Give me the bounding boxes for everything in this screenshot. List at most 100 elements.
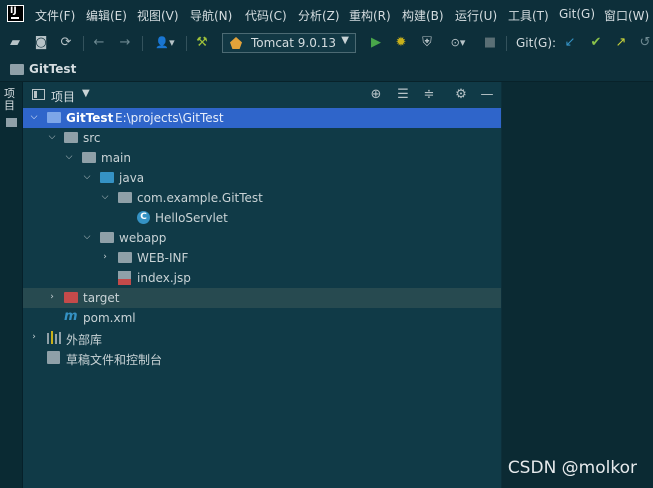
source-folder-icon [100, 172, 114, 183]
git-history-icon[interactable]: ↺ [637, 35, 653, 51]
menu-navigate[interactable]: 导航(N) [190, 7, 232, 24]
main-toolbar: ▰ ◙ ⟳ ← → 👤▾ ⚒ Tomcat 9.0.13 ▼ ▶ ✹ ⛨ ⊙▾ … [0, 30, 653, 57]
tree-row-scratches[interactable]: 草稿文件和控制台 [23, 348, 501, 368]
build-hammer-icon[interactable]: ⚒ [194, 35, 210, 51]
tree-row-main[interactable]: ⌵ main [23, 148, 501, 168]
left-tool-strip: 项目 [0, 82, 23, 488]
menu-view[interactable]: 视图(V) [137, 7, 179, 24]
profile-dropdown-icon[interactable]: ⊙▾ [444, 35, 472, 51]
tree-row-root[interactable]: ⌵ GitTest E:\projects\GitTest [23, 108, 501, 128]
tree-row-target[interactable]: › target [23, 288, 501, 308]
toolbar-separator [83, 36, 84, 51]
tree-label: 草稿文件和控制台 [66, 353, 163, 367]
java-class-icon: C [137, 211, 150, 224]
tree-row-java[interactable]: ⌵ java [23, 168, 501, 188]
run-configuration-label: Tomcat 9.0.13 [251, 36, 336, 50]
root-name: GitTest [66, 111, 114, 125]
jsp-file-icon [118, 271, 131, 285]
open-folder-icon[interactable]: ▰ [7, 35, 23, 51]
menu-git[interactable]: Git(G) [559, 7, 595, 21]
tree-row-external-libs[interactable]: › 外部库 [23, 328, 501, 348]
library-icon [47, 331, 61, 344]
collapse-all-icon[interactable]: ≑ [421, 87, 437, 103]
folder-icon [64, 132, 78, 143]
toolbar-separator [142, 36, 143, 51]
project-view-icon [32, 89, 45, 100]
tree-row-pom[interactable]: m pom.xml [23, 308, 501, 328]
menu-analyze[interactable]: 分析(Z) [298, 7, 340, 24]
menu-tools[interactable]: 工具(T) [508, 7, 549, 24]
back-arrow-icon[interactable]: ← [91, 35, 107, 51]
toolbar-separator [506, 36, 507, 51]
tree-row-class[interactable]: C HelloServlet [23, 208, 501, 228]
chevron-right-icon[interactable]: › [29, 332, 39, 342]
chevron-down-icon[interactable]: ⌵ [29, 112, 39, 122]
chevron-down-icon[interactable]: ▼ [82, 88, 90, 99]
panel-title[interactable]: 项目 [51, 88, 75, 105]
sync-icon[interactable]: ⟳ [58, 35, 74, 51]
run-configuration-select[interactable]: Tomcat 9.0.13 ▼ [222, 33, 356, 53]
editor-area[interactable] [502, 82, 653, 488]
breadcrumb: GitTest [0, 57, 653, 82]
folder-icon [118, 252, 132, 263]
tree-label: target [83, 291, 120, 305]
stop-icon[interactable]: ■ [482, 35, 498, 51]
tree-label: main [101, 151, 131, 165]
git-update-icon[interactable]: ↙ [562, 35, 578, 51]
menu-run[interactable]: 运行(U) [455, 7, 497, 24]
tomcat-icon [230, 37, 242, 49]
debug-icon[interactable]: ✹ [393, 35, 409, 51]
coverage-icon[interactable]: ⛨ [419, 35, 435, 51]
menu-build[interactable]: 构建(B) [402, 7, 444, 24]
gear-icon[interactable]: ⚙ [453, 87, 469, 103]
locate-target-icon[interactable]: ⊕ [368, 87, 384, 103]
tree-row-src[interactable]: ⌵ src [23, 128, 501, 148]
minimize-icon[interactable]: — [479, 87, 495, 103]
menu-refactor[interactable]: 重构(R) [349, 7, 391, 24]
chevron-right-icon[interactable]: › [47, 292, 57, 302]
git-commit-icon[interactable]: ✔ [588, 35, 604, 51]
chevron-down-icon[interactable]: ⌵ [47, 132, 57, 142]
intellij-logo-icon: IJ [7, 5, 24, 22]
tree-label: src [83, 131, 101, 145]
package-icon [118, 192, 132, 203]
menu-window[interactable]: 窗口(W) [604, 7, 649, 24]
menu-code[interactable]: 代码(C) [245, 7, 287, 24]
tree-label: com.example.GitTest [137, 191, 263, 205]
watermark: CSDN @molkor [507, 458, 637, 478]
save-icon[interactable]: ◙ [33, 35, 49, 51]
git-label: Git(G): [516, 36, 557, 50]
tree-label: webapp [119, 231, 167, 245]
tree-label: java [119, 171, 145, 185]
git-push-icon[interactable]: ↗ [613, 35, 629, 51]
breadcrumb-item[interactable]: GitTest [29, 62, 76, 76]
menu-file[interactable]: 文件(F) [35, 7, 75, 24]
menu-edit[interactable]: 编辑(E) [86, 7, 127, 24]
run-icon[interactable]: ▶ [368, 35, 384, 51]
tree-row-webapp[interactable]: ⌵ webapp [23, 228, 501, 248]
chevron-down-icon[interactable]: ⌵ [82, 172, 92, 182]
chevron-down-icon: ▼ [341, 35, 349, 46]
tree-label: pom.xml [83, 311, 136, 325]
chevron-down-icon[interactable]: ⌵ [64, 152, 74, 162]
excluded-folder-icon [64, 292, 78, 303]
tree-row-package[interactable]: ⌵ com.example.GitTest [23, 188, 501, 208]
project-tool-tab[interactable]: 项目 [4, 88, 18, 112]
maven-icon: m [64, 309, 78, 324]
chevron-right-icon[interactable]: › [100, 252, 110, 262]
folder-icon [10, 64, 24, 75]
scratch-console-icon [47, 351, 60, 364]
root-path: E:\projects\GitTest [115, 111, 224, 125]
tree-row-webinf[interactable]: › WEB-INF [23, 248, 501, 268]
chevron-down-icon[interactable]: ⌵ [100, 192, 110, 202]
forward-arrow-icon[interactable]: → [117, 35, 133, 51]
user-dropdown-icon[interactable]: 👤▾ [150, 35, 180, 51]
tree-label: WEB-INF [137, 251, 189, 265]
module-folder-icon [47, 112, 61, 123]
tree-row-index[interactable]: index.jsp [23, 268, 501, 288]
expand-all-icon[interactable]: ☰ [395, 87, 411, 103]
jsp-badge-icon [118, 279, 131, 285]
tree-label: HelloServlet [155, 211, 228, 225]
project-folder-icon [6, 118, 17, 127]
chevron-down-icon[interactable]: ⌵ [82, 232, 92, 242]
